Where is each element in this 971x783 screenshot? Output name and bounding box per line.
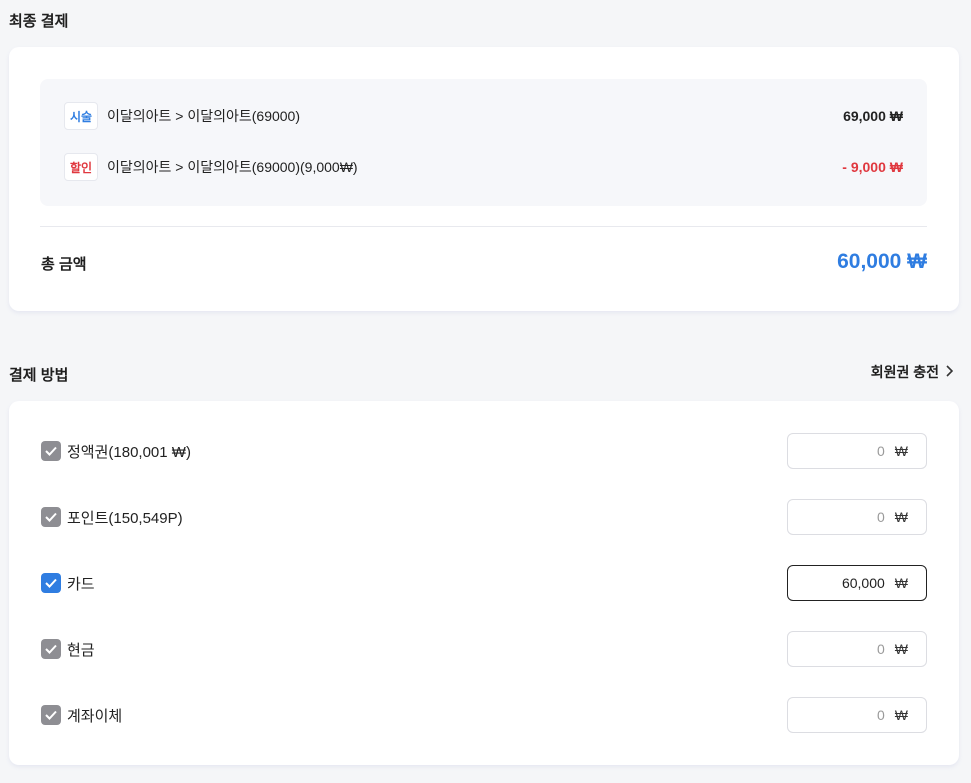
item-row-service: 시술 이달의아트 > 이달의아트(69000) 69,000 ₩ — [64, 102, 903, 130]
membership-recharge-link[interactable]: 회원권 충전 — [870, 362, 954, 382]
item-text: 이달의아트 > 이달의아트(69000) — [107, 108, 301, 124]
cash-label: 현금 — [67, 641, 95, 659]
divider — [40, 226, 927, 227]
item-text: 이달의아트 > 이달의아트(69000)(9,000₩) — [107, 159, 358, 175]
item-amount: 69,000 ₩ — [843, 108, 903, 124]
discount-tag: 할인 — [64, 153, 98, 181]
payment-method-title: 결제 방법 — [9, 367, 69, 384]
check-icon — [45, 578, 57, 588]
payment-row-transfer: 계좌이체 0 ₩ — [41, 697, 927, 733]
amount-value: 0 — [876, 707, 885, 723]
payment-row-card: 카드 60,000 ₩ — [41, 565, 927, 601]
points-checkbox[interactable] — [41, 507, 61, 527]
currency-symbol: ₩ — [894, 707, 908, 723]
transfer-label: 계좌이체 — [67, 707, 123, 725]
amount-value: 0 — [876, 641, 885, 657]
total-label: 총 금액 — [41, 256, 87, 273]
amount-value: 0 — [876, 443, 885, 459]
payment-row-cash: 현금 0 ₩ — [41, 631, 927, 667]
item-row-discount: 할인 이달의아트 > 이달의아트(69000)(9,000₩) - 9,000 … — [64, 153, 903, 181]
transfer-checkbox[interactable] — [41, 705, 61, 725]
discount-amount: - 9,000 ₩ — [842, 159, 903, 175]
total-value: 60,000 ₩ — [837, 250, 927, 273]
currency-symbol: ₩ — [894, 575, 908, 591]
final-payment-card: 시술 이달의아트 > 이달의아트(69000) 69,000 ₩ 할인 이달의아… — [9, 47, 959, 311]
prepaid-label: 정액권(180,001 ₩) — [67, 443, 191, 461]
payment-row-prepaid: 정액권(180,001 ₩) 0 ₩ — [41, 433, 927, 469]
currency-symbol: ₩ — [894, 443, 908, 459]
check-icon — [45, 710, 57, 720]
recharge-label: 회원권 충전 — [870, 364, 939, 380]
card-checkbox[interactable] — [41, 573, 61, 593]
currency-symbol: ₩ — [894, 641, 908, 657]
card-amount-input[interactable]: 60,000 ₩ — [787, 565, 927, 601]
prepaid-amount-input[interactable]: 0 ₩ — [787, 433, 927, 469]
amount-value: 60,000 — [841, 575, 885, 591]
points-amount-input[interactable]: 0 ₩ — [787, 499, 927, 535]
check-icon — [45, 446, 57, 456]
final-payment-title: 최종 결제 — [9, 13, 69, 30]
card-label: 카드 — [67, 575, 95, 593]
points-label: 포인트(150,549P) — [67, 509, 183, 527]
check-icon — [45, 512, 57, 522]
chevron-right-icon — [945, 364, 954, 380]
transfer-amount-input[interactable]: 0 ₩ — [787, 697, 927, 733]
currency-symbol: ₩ — [894, 509, 908, 525]
prepaid-checkbox[interactable] — [41, 441, 61, 461]
service-tag: 시술 — [64, 102, 98, 130]
cash-checkbox[interactable] — [41, 639, 61, 659]
payment-method-card: 정액권(180,001 ₩) 0 ₩ 포인트(150,549P) 0 ₩ 카드 … — [9, 401, 959, 765]
cash-amount-input[interactable]: 0 ₩ — [787, 631, 927, 667]
amount-value: 0 — [876, 509, 885, 525]
payment-items-box: 시술 이달의아트 > 이달의아트(69000) 69,000 ₩ 할인 이달의아… — [40, 79, 927, 206]
payment-row-points: 포인트(150,549P) 0 ₩ — [41, 499, 927, 535]
check-icon — [45, 644, 57, 654]
